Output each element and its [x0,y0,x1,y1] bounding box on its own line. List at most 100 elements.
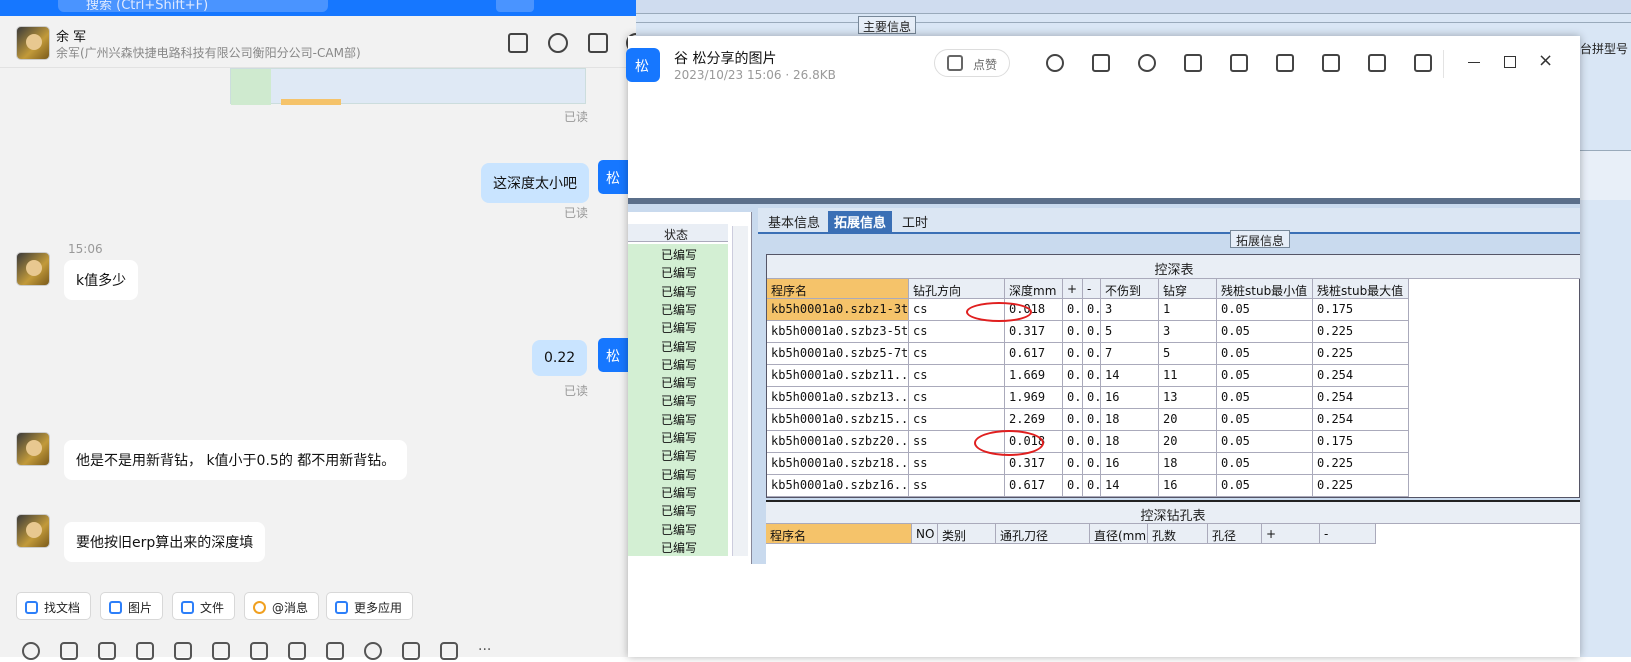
table-cell[interactable]: 20 [1159,431,1217,453]
displayed-image[interactable]: 状态 已编写 已编写 已编写 已编写 已编写 已编写 已编写 已编写 已编写 已编写 已编写 已编写已… [628,198,1580,564]
table-cell[interactable]: 18 [1101,431,1159,453]
table-cell[interactable]: cs [909,321,1005,343]
download-icon[interactable] [1414,54,1432,72]
table-cell[interactable]: 0.05 [1217,343,1313,365]
table-cell[interactable]: 0.175 [1313,431,1409,453]
scrollbar[interactable] [732,226,748,556]
table-cell[interactable]: 0.254 [1313,365,1409,387]
message-bubble-me[interactable]: 这深度太小吧 [481,163,589,203]
emoji-icon[interactable] [22,642,40,660]
table-cell[interactable]: kb5h0001a0.szbz18... [767,453,909,475]
table-cell[interactable]: 14 [1101,365,1159,387]
table-cell[interactable]: 0.05 [1217,475,1313,497]
like-icon[interactable] [60,642,78,660]
zoom-in-icon[interactable] [1046,54,1064,72]
table-cell[interactable]: 0.. [1083,453,1101,475]
table-cell[interactable]: 0.225 [1313,321,1409,343]
table-cell[interactable]: 0.. [1083,343,1101,365]
table-cell[interactable]: 0.. [1063,299,1083,321]
table-cell[interactable]: kb5h0001a0.szbz5-7t [767,343,909,365]
table-cell[interactable]: 0.175 [1313,299,1409,321]
column-header[interactable]: 深度mm [1005,279,1063,299]
table-cell[interactable]: 0.. [1063,475,1083,497]
task-icon[interactable] [288,642,306,660]
tab-work-hours[interactable]: 工时 [896,211,934,232]
table-cell[interactable]: 0.. [1083,475,1101,497]
table-cell[interactable]: kb5h0001a0.szbz3-5t [767,321,909,343]
column-header[interactable]: + [1063,279,1083,299]
contact-avatar[interactable] [16,432,50,466]
table-cell[interactable]: 0.317 [1005,321,1063,343]
table-cell[interactable]: 0.. [1063,321,1083,343]
rotate-icon[interactable] [1184,54,1202,72]
like-button[interactable]: 点赞 [934,49,1010,77]
column-header[interactable]: 孔径 [1208,524,1262,544]
table-cell[interactable]: 18 [1159,453,1217,475]
table-cell[interactable]: 0.05 [1217,431,1313,453]
image-button[interactable]: 图片 [100,592,164,620]
maximize-icon[interactable] [1504,56,1516,68]
table-cell[interactable]: cs [909,409,1005,431]
tab-extended-info[interactable]: 拓展信息 [828,211,893,232]
column-header[interactable]: NO [912,524,938,544]
contact-avatar[interactable] [16,252,50,286]
table-cell[interactable]: cs [909,365,1005,387]
table-cell[interactable]: cs [909,387,1005,409]
column-header[interactable]: 不伤到 [1101,279,1159,299]
doc-icon[interactable] [174,642,192,660]
table-cell[interactable]: 0.. [1083,321,1101,343]
column-header[interactable]: 程序名 [767,279,909,299]
table-cell[interactable]: 0.. [1063,431,1083,453]
message-bubble-other[interactable]: k值多少 [64,260,139,300]
table-cell[interactable]: 18 [1101,409,1159,431]
table-cell[interactable]: 0.05 [1217,453,1313,475]
contact-avatar[interactable] [16,26,50,60]
shared-image-thumbnail[interactable] [230,68,586,105]
add-button[interactable] [496,0,534,12]
table-cell[interactable]: ss [909,453,1005,475]
column-header[interactable]: 程序名 [766,524,912,544]
table-cell[interactable]: 0.. [1083,431,1101,453]
more-icon[interactable]: ··· [478,642,491,658]
message-bubble-other[interactable]: 要他按旧erp算出来的深度填 [64,522,266,562]
my-avatar[interactable]: 松 [598,160,628,194]
column-header[interactable]: 钻穿 [1159,279,1217,299]
column-header[interactable]: - [1320,524,1376,544]
search-box[interactable]: 搜索 (Ctrl+Shift+F) [58,0,328,13]
column-header[interactable]: 残桩stub最大值 [1313,279,1409,299]
table-cell[interactable]: kb5h0001a0.szbz16... [767,475,909,497]
table-cell[interactable]: 0.. [1083,365,1101,387]
table-cell[interactable]: 0.254 [1313,387,1409,409]
table-cell[interactable]: 0.05 [1217,321,1313,343]
message-bubble-me[interactable]: 0.22 [532,340,588,376]
table-cell[interactable]: 0.. [1083,387,1101,409]
table-cell[interactable]: 0.225 [1313,453,1409,475]
table-cell[interactable]: 0.617 [1005,343,1063,365]
table-cell[interactable]: ss [909,475,1005,497]
table-cell[interactable]: 1.669 [1005,365,1063,387]
file-button[interactable]: 文件 [172,592,236,620]
search-history-icon[interactable] [588,33,608,53]
contact-avatar[interactable] [16,514,50,548]
table-cell[interactable]: 0.225 [1313,343,1409,365]
column-header[interactable]: 残桩stub最小值 [1217,279,1313,299]
column-header[interactable]: 孔数 [1148,524,1208,544]
my-avatar[interactable]: 松 [598,338,628,372]
table-cell[interactable]: 0.. [1083,299,1101,321]
table-cell[interactable]: 5 [1159,343,1217,365]
table-cell[interactable]: 11 [1159,365,1217,387]
table-cell[interactable]: 14 [1101,475,1159,497]
table-cell[interactable]: kb5h0001a0.szbz20... [767,431,909,453]
more-apps-button[interactable]: 更多应用 [326,592,414,620]
table-cell[interactable]: 7 [1101,343,1159,365]
mention-button[interactable]: @消息 [244,592,320,620]
table-cell[interactable]: 0.05 [1217,299,1313,321]
table-cell[interactable]: 0.. [1063,453,1083,475]
mail-icon[interactable] [440,642,458,660]
table-cell[interactable]: 0.254 [1313,409,1409,431]
table-cell[interactable]: cs [909,343,1005,365]
record-icon[interactable] [364,642,382,660]
table-cell[interactable]: 0.05 [1217,409,1313,431]
scissors-icon[interactable] [98,642,116,660]
table-cell[interactable]: 0.05 [1217,387,1313,409]
